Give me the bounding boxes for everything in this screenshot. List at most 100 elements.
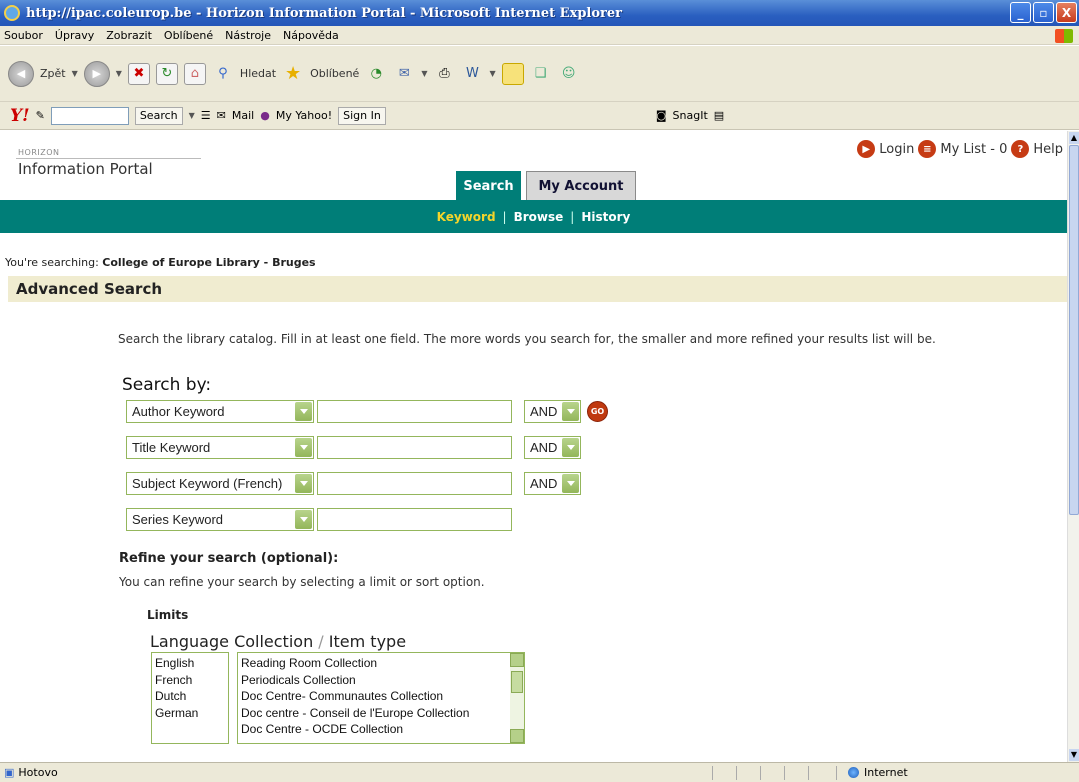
back-icon[interactable]: ◀ [8,60,34,87]
menu-help[interactable]: Nápověda [283,29,339,42]
menu-view[interactable]: Zobrazit [106,29,152,42]
history-icon[interactable]: ◔ [365,63,387,85]
search-field-select-2[interactable]: Title Keyword [126,436,314,459]
subnav-browse[interactable]: Browse [514,210,564,224]
mail-dropdown-icon[interactable]: ▼ [421,69,427,78]
forward-icon[interactable]: ▶ [83,60,110,87]
page-scrollbar[interactable]: ▲ ▼ [1067,131,1079,762]
snagit-options-icon[interactable]: ▤ [714,109,724,122]
menu-file[interactable]: Soubor [4,29,43,42]
list-item[interactable]: Doc Centre- Communautes Collection [241,688,506,705]
home-icon[interactable]: ⌂ [183,62,206,85]
messenger-icon[interactable]: ☺ [558,63,580,85]
chevron-down-icon [562,474,579,493]
back-label[interactable]: Zpět [40,67,66,80]
go-button[interactable]: GO [587,401,608,422]
search-field-select-3[interactable]: Subject Keyword (French) [126,472,314,495]
operator-select-3[interactable]: AND [524,472,581,495]
yahoo-logo-icon[interactable]: Y! [10,106,30,126]
search-term-input-1[interactable] [317,400,512,423]
login-icon[interactable]: ▶ [857,140,876,158]
language-listbox[interactable]: English French Dutch German [151,652,229,744]
yahoo-mail-label[interactable]: Mail [232,109,254,122]
favorites-label[interactable]: Oblíbené [310,67,359,80]
yahoo-toolbar: Y! ✎ Search ▼ ☰ ✉ Mail ● My Yahoo! Sign … [0,102,1079,130]
browser-toolbar: ◀ Zpět ▼ ▶ ▼ ✖ ↻ ⌂ ⚲ Hledat ★ Oblíbené ◔… [0,46,1079,102]
my-yahoo-label[interactable]: My Yahoo! [276,109,332,122]
my-yahoo-icon[interactable]: ● [260,109,270,122]
word-icon[interactable]: W [461,63,483,85]
window-title-bar: http://ipac.coleurop.be - Horizon Inform… [0,0,1079,26]
collection-scrollbar[interactable] [510,653,524,743]
search-field-select-1[interactable]: Author Keyword [126,400,314,423]
research-icon[interactable]: ❑ [530,63,552,85]
mylist-icon[interactable]: ≡ [918,140,937,158]
back-dropdown-icon[interactable]: ▼ [72,69,78,78]
scroll-thumb[interactable] [511,671,523,693]
forward-dropdown-icon[interactable]: ▼ [116,69,122,78]
yahoo-search-button[interactable]: Search [134,106,183,125]
subnav-keyword[interactable]: Keyword [437,210,496,224]
close-button[interactable]: X [1056,2,1077,23]
yahoo-sign-in-button[interactable]: Sign In [338,106,386,125]
search-term-input-2[interactable] [317,436,512,459]
edit-dropdown-icon[interactable]: ▼ [489,69,495,78]
stop-icon[interactable]: ✖ [127,62,150,85]
list-item[interactable]: Doc centre - Conseil de l'Europe Collect… [241,705,506,722]
search-label[interactable]: Hledat [240,67,276,80]
tab-my-account[interactable]: My Account [526,171,636,200]
menu-favorites[interactable]: Oblíbené [164,29,213,42]
list-item[interactable]: Dutch [155,688,225,705]
collection-listbox[interactable]: Reading Room Collection Periodicals Coll… [237,652,525,744]
tab-search[interactable]: Search [456,171,521,200]
mylist-link[interactable]: My List - 0 [940,142,1007,157]
snagit-icon[interactable]: ◙ [656,109,667,122]
status-divider [836,766,837,780]
operator-select-2[interactable]: AND [524,436,581,459]
search-term-input-3[interactable] [317,472,512,495]
status-bar: ▣ Hotovo Internet [0,762,1079,782]
help-icon[interactable]: ? [1011,140,1030,158]
mail-icon[interactable]: ✉ [393,63,415,85]
search-field-value: Subject Keyword (French) [132,476,283,491]
portal-logo[interactable]: Information Portal [18,160,153,178]
menu-tools[interactable]: Nástroje [225,29,271,42]
page-scroll-thumb[interactable] [1069,145,1079,515]
search-term-input-4[interactable] [317,508,512,531]
scroll-down-icon[interactable] [510,729,524,743]
search-icon[interactable]: ⚲ [212,63,234,85]
search-field-select-4[interactable]: Series Keyword [126,508,314,531]
scroll-up-icon[interactable]: ▲ [1069,132,1079,144]
page-content: HORIZON Information Portal ▶ Login ≡ My … [0,131,1067,762]
yahoo-mail-icon[interactable]: ✉ [217,109,226,122]
search-subnav: Keyword | Browse | History [0,200,1067,233]
refresh-icon[interactable]: ↻ [155,62,178,85]
maximize-button[interactable]: ▫ [1033,2,1054,23]
pencil-icon[interactable]: ✎ [36,109,45,122]
subnav-history[interactable]: History [581,210,630,224]
scroll-down-icon[interactable]: ▼ [1069,749,1079,761]
status-divider [712,766,713,780]
scroll-up-icon[interactable] [510,653,524,667]
list-item[interactable]: Doc Centre - OCDE Collection [241,721,506,738]
top-links: ▶ Login ≡ My List - 0 ? Help [857,140,1063,158]
list-item[interactable]: French [155,672,225,689]
chevron-down-icon [295,510,312,529]
windows-flag-icon [1055,29,1073,43]
folder-icon[interactable] [501,62,524,85]
yahoo-search-dropdown-icon[interactable]: ▼ [189,111,195,120]
login-link[interactable]: Login [879,142,914,157]
menu-edit[interactable]: Úpravy [55,29,94,42]
help-link[interactable]: Help [1033,142,1063,157]
minimize-button[interactable]: _ [1010,2,1031,23]
list-item[interactable]: Reading Room Collection [241,655,506,672]
favorites-icon[interactable]: ★ [282,63,304,85]
yahoo-search-input[interactable] [50,106,129,125]
list-item[interactable]: German [155,705,225,722]
list-item[interactable]: English [155,655,225,672]
yahoo-highlight-icon[interactable]: ☰ [201,109,211,122]
snagit-label[interactable]: SnagIt [673,109,708,122]
print-icon[interactable]: ⎙ [433,63,455,85]
operator-select-1[interactable]: AND [524,400,581,423]
list-item[interactable]: Periodicals Collection [241,672,506,689]
